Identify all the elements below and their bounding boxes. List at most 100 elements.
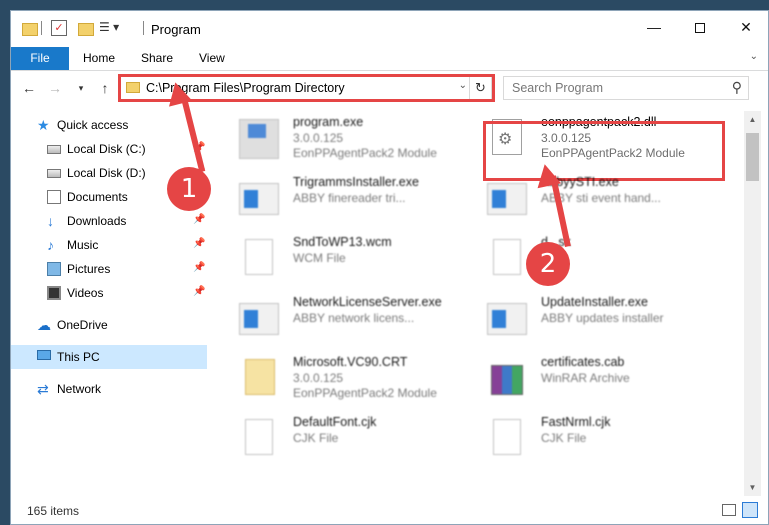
minimize-button[interactable]: — [631, 11, 677, 43]
file-type: CJK File [293, 431, 339, 445]
file-name: Microsoft.VC90.CRT [293, 355, 408, 369]
address-dropdown-icon[interactable]: ⌄ [459, 80, 467, 91]
file-description: EonPPAgentPack2 Module [541, 146, 685, 160]
file-item-trigrammsinstaller[interactable]: TrigrammsInstaller.exe ABBY finereader t… [217, 173, 457, 229]
sidebar-item-network[interactable]: ⇄ Network [11, 377, 207, 401]
scroll-up-icon[interactable]: ▲ [744, 111, 761, 128]
sidebar-item-label: Local Disk (C:) [67, 142, 146, 156]
annotation-badge-1: 1 [167, 167, 211, 211]
file-type: WCM File [293, 251, 346, 265]
sidebar-item-label: Pictures [67, 262, 111, 276]
tab-file[interactable]: File [11, 47, 69, 70]
file-type: WinRAR Archive [541, 371, 630, 385]
sidebar-item-local-disk-c[interactable]: Local Disk (C:) 📌 [11, 137, 207, 161]
file-name: eonppagentpack2.dll [541, 115, 657, 129]
sidebar-item-label: This PC [57, 350, 100, 364]
forward-button[interactable]: → [45, 78, 65, 98]
file-name: DefaultFont.cjk [293, 415, 377, 429]
tab-home[interactable]: Home [71, 47, 127, 70]
title-bar: ✓ ☰ ▾ Program — ✕ [11, 11, 768, 47]
folder-icon [126, 82, 140, 93]
sidebar-item-label: Music [67, 238, 99, 252]
file-name: TrigrammsInstaller.exe [293, 175, 419, 189]
file-item-fastnrml-cjk[interactable]: FastNrml.cjk CJK File [465, 413, 705, 469]
drive-icon [47, 145, 61, 154]
vertical-scrollbar[interactable]: ▲ ▼ [744, 111, 761, 496]
back-button[interactable]: ← [19, 78, 39, 98]
address-row: ← → ▾ ↑ C:\Program Files\Program Directo… [11, 73, 768, 103]
file-item-disk[interactable]: d...sk [465, 233, 705, 289]
tab-view[interactable]: View [187, 47, 237, 70]
star-icon: ★ [37, 117, 50, 133]
computer-icon [37, 350, 51, 360]
file-item-program-exe[interactable]: program.exe 3.0.0.125 EonPPAgentPack2 Mo… [217, 113, 457, 169]
file-version: 3.0.0.125 [293, 371, 344, 385]
file-description: ABBY finereader tri... [293, 191, 406, 205]
sidebar-item-videos[interactable]: Videos 📌 [11, 281, 207, 305]
file-name: certificates.cab [541, 355, 625, 369]
file-version: 3.0.0.125 [541, 131, 592, 145]
file-name: FastNrml.cjk [541, 415, 611, 429]
cloud-icon: ☁ [37, 317, 51, 333]
large-icons-view-icon[interactable] [742, 502, 758, 518]
sidebar-item-quick-access[interactable]: ★ Quick access [11, 113, 207, 137]
sidebar-item-music[interactable]: ♪ Music 📌 [11, 233, 207, 257]
window-title: Program [151, 22, 201, 37]
sidebar-item-label: Downloads [67, 214, 127, 228]
sidebar-item-downloads[interactable]: ↓ Downloads 📌 [11, 209, 207, 233]
divider [41, 21, 42, 35]
videos-icon [47, 286, 61, 300]
search-icon[interactable]: ⚲ [732, 79, 742, 96]
file-version: 3.0.0.125 [293, 131, 344, 145]
file-description: ABBY network licens... [293, 311, 415, 325]
pictures-icon [47, 262, 61, 276]
divider [143, 21, 144, 35]
refresh-button[interactable]: ↻ [469, 77, 491, 99]
application-icon [239, 303, 279, 335]
dll-file-icon: ⚙ [492, 119, 522, 155]
sidebar-item-label: Local Disk (D:) [67, 166, 146, 180]
winrar-archive-icon [491, 365, 523, 395]
customize-toolbar-icon[interactable]: ☰ ▾ [99, 20, 127, 36]
status-bar: 165 items [11, 496, 768, 524]
properties-check-icon[interactable]: ✓ [51, 20, 67, 36]
file-item-sndtowp13[interactable]: SndToWP13.wcm WCM File [217, 233, 457, 289]
sidebar-item-label: Quick access [57, 118, 129, 132]
recent-locations-button[interactable]: ▾ [71, 78, 91, 98]
file-description: EonPPAgentPack2 Module [293, 386, 437, 400]
file-item-eonppagentpack2-dll[interactable]: ⚙ eonppagentpack2.dll 3.0.0.125 EonPPAge… [465, 113, 705, 169]
file-item-abbyysti[interactable]: AbbyySTI.exe ABBY sti event hand... [465, 173, 705, 229]
file-item-networklicenseserver[interactable]: NetworkLicenseServer.exe ABBY network li… [217, 293, 457, 349]
maximize-button[interactable] [677, 11, 723, 43]
file-description: EonPPAgentPack2 Module [293, 146, 437, 160]
explorer-window: ✓ ☰ ▾ Program — ✕ File Home Share View ⌄… [10, 10, 769, 525]
pin-icon: 📌 [193, 262, 206, 273]
new-folder-icon[interactable] [77, 20, 94, 36]
search-input[interactable]: Search Program ⚲ [503, 76, 749, 100]
close-button[interactable]: ✕ [723, 11, 768, 43]
application-icon [487, 303, 527, 335]
sidebar-item-onedrive[interactable]: ☁ OneDrive [11, 313, 207, 337]
pin-icon: 📌 [193, 286, 206, 297]
item-count: 165 items [27, 504, 80, 518]
sidebar-item-this-pc[interactable]: This PC [11, 345, 207, 369]
up-button[interactable]: ↑ [95, 78, 115, 98]
tab-share[interactable]: Share [129, 47, 185, 70]
details-view-icon[interactable] [722, 504, 736, 516]
file-item-defaultfont-cjk[interactable]: DefaultFont.cjk CJK File [217, 413, 457, 469]
file-type: CJK File [541, 431, 587, 445]
scrollbar-thumb[interactable] [746, 133, 759, 181]
file-icon [245, 239, 273, 275]
sidebar-item-pictures[interactable]: Pictures 📌 [11, 257, 207, 281]
pin-icon: 📌 [193, 238, 206, 249]
file-item-certificates-cab[interactable]: certificates.cab WinRAR Archive [465, 353, 705, 409]
file-item-updateinstaller[interactable]: UpdateInstaller.exe ABBY updates install… [465, 293, 705, 349]
file-item-microsoft-vc90-crt[interactable]: Microsoft.VC90.CRT 3.0.0.125 EonPPAgentP… [217, 353, 457, 409]
sidebar-item-label: Network [57, 382, 102, 396]
documents-icon [47, 190, 61, 204]
file-name: NetworkLicenseServer.exe [293, 295, 442, 309]
drive-icon [47, 169, 61, 178]
ribbon-tabs: File Home Share View ⌄ [11, 47, 768, 71]
expand-ribbon-icon[interactable]: ⌄ [750, 51, 758, 62]
scroll-down-icon[interactable]: ▼ [744, 479, 761, 496]
